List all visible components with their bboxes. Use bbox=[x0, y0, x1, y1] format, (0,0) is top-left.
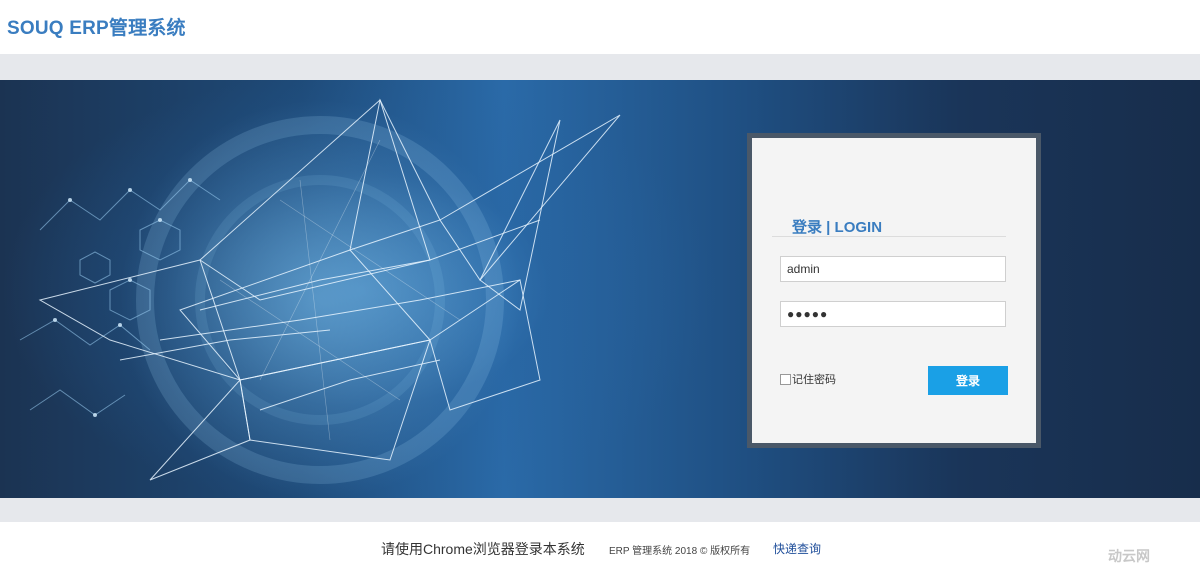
login-panel: 登录 | LOGIN 记住密码 登录 bbox=[752, 138, 1036, 443]
footer: 请使用Chrome浏览器登录本系统 ERP 管理系统 2018 © 版权所有 快… bbox=[0, 522, 1200, 573]
divider bbox=[772, 236, 1006, 237]
bottom-band bbox=[0, 498, 1200, 522]
login-button[interactable]: 登录 bbox=[928, 366, 1008, 395]
app-title: SOUQ ERP管理系统 bbox=[7, 18, 186, 39]
watermark-logo: 动云网 bbox=[1108, 548, 1150, 564]
remember-label: 记住密码 bbox=[792, 374, 836, 386]
browser-tip: 请使用Chrome浏览器登录本系统 bbox=[381, 541, 585, 557]
header: SOUQ ERP管理系统 bbox=[0, 0, 1200, 54]
top-band bbox=[0, 54, 1200, 80]
remember-password[interactable]: 记住密码 bbox=[780, 371, 836, 387]
copyright-text: ERP 管理系统 2018 © 版权所有 bbox=[609, 546, 751, 557]
express-query-link[interactable]: 快递查询 bbox=[773, 540, 821, 557]
login-heading: 登录 | LOGIN bbox=[792, 219, 883, 236]
remember-checkbox[interactable] bbox=[780, 373, 791, 385]
password-input[interactable] bbox=[780, 301, 1006, 327]
username-input[interactable] bbox=[780, 256, 1006, 282]
